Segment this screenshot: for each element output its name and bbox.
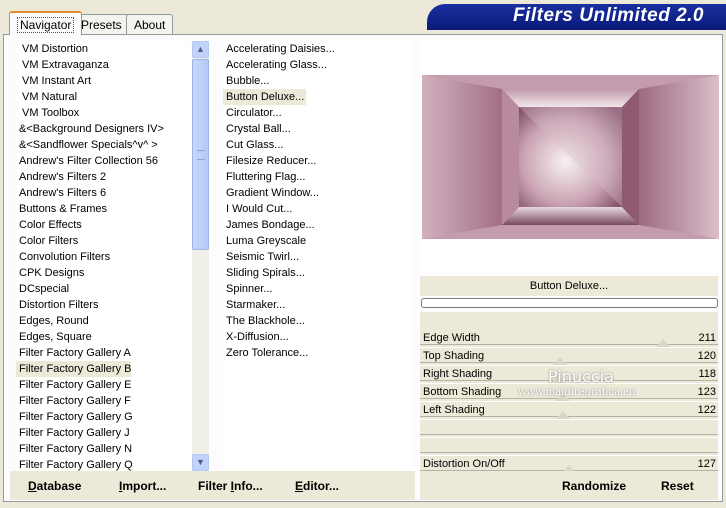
filter-item[interactable]: Cut Glass...	[223, 137, 413, 153]
param-value: 127	[697, 458, 716, 470]
category-item[interactable]: Color Filters	[16, 233, 191, 249]
category-item[interactable]: Filter Factory Gallery E	[16, 377, 191, 393]
filter-item[interactable]: Accelerating Daisies...	[223, 41, 413, 57]
title-banner: Filters Unlimited 2.0	[427, 4, 726, 30]
category-item[interactable]: VM Instant Art	[16, 73, 191, 89]
database-button[interactable]: Database	[28, 479, 81, 493]
category-item[interactable]: Color Effects	[16, 217, 191, 233]
filter-item[interactable]: Fluttering Flag...	[223, 169, 413, 185]
preview-filter-name: Button Deluxe...	[420, 276, 718, 296]
filter-info-button[interactable]: Filter Info...	[198, 479, 263, 493]
slider-thumb[interactable]	[655, 339, 670, 347]
category-item[interactable]: &<Background Designers IV>	[16, 121, 191, 137]
category-item[interactable]: Andrew's Filters 6	[16, 185, 191, 201]
param-slider-empty[interactable]	[420, 438, 718, 456]
param-label: Distortion On/Off	[423, 458, 505, 470]
category-item[interactable]: VM Extravaganza	[16, 57, 191, 73]
param-value: 120	[697, 350, 716, 362]
filter-item[interactable]: Sliding Spirals...	[223, 265, 413, 281]
param-value: 118	[698, 368, 716, 380]
tab-navigator[interactable]: Navigator	[9, 11, 83, 35]
param-slider-empty[interactable]	[420, 420, 718, 438]
category-item[interactable]: Filter Factory Gallery F	[16, 393, 191, 409]
param-slider[interactable]: Edge Width 211	[420, 330, 718, 348]
category-item[interactable]: Filter Factory Gallery N	[16, 441, 191, 457]
watermark-name: Pinuccia	[548, 367, 614, 386]
category-list[interactable]: VM Distortion VM Extravaganza VM Instant A…	[16, 41, 191, 472]
category-item[interactable]: Buttons & Frames	[16, 201, 191, 217]
filter-list[interactable]: Accelerating Daisies... Accelerating Glas…	[223, 41, 413, 472]
editor-button[interactable]: Editor...	[295, 479, 339, 493]
category-item[interactable]: Filter Factory Gallery Q	[16, 457, 191, 472]
category-item[interactable]: Edges, Round	[16, 313, 191, 329]
param-label: Top Shading	[423, 350, 485, 362]
filter-item[interactable]: Circulator...	[223, 105, 413, 121]
category-item[interactable]: Convolution Filters	[16, 249, 191, 265]
category-item[interactable]: VM Natural	[16, 89, 191, 105]
category-item[interactable]: &<Sandflower Specials^v^ >	[16, 137, 191, 153]
category-item[interactable]: DCspecial	[16, 281, 191, 297]
category-item[interactable]: CPK Designs	[16, 265, 191, 281]
slider-thumb[interactable]	[556, 411, 571, 419]
filter-item[interactable]: Starmaker...	[223, 297, 413, 313]
category-item[interactable]: Filter Factory Gallery G	[16, 409, 191, 425]
param-value: 211	[698, 332, 716, 344]
category-scrollbar[interactable]: ▲ ▼	[192, 41, 209, 471]
param-slider[interactable]: Top Shading 120	[420, 348, 718, 366]
import-button[interactable]: Import...	[119, 479, 166, 493]
category-item[interactable]: Andrew's Filter Collection 56	[16, 153, 191, 169]
param-label: Right Shading	[423, 368, 493, 380]
filter-item[interactable]: The Blackhole...	[223, 313, 413, 329]
filter-item[interactable]: Bubble...	[223, 73, 413, 89]
param-value: 123	[697, 386, 716, 398]
filter-item[interactable]: X-Diffusion...	[223, 329, 413, 345]
filter-item[interactable]: Crystal Ball...	[223, 121, 413, 137]
filter-item[interactable]: Zero Tolerance...	[223, 345, 413, 361]
preview-image	[422, 75, 719, 239]
category-item[interactable]: Filter Factory Gallery A	[16, 345, 191, 361]
param-label: Left Shading	[423, 404, 485, 416]
param-label: Edge Width	[423, 332, 480, 344]
filter-item[interactable]: I Would Cut...	[223, 201, 413, 217]
tab-about[interactable]: About	[126, 14, 174, 34]
filter-item[interactable]: Spinner...	[223, 281, 413, 297]
app-title: Filters Unlimited 2.0	[512, 5, 704, 26]
filter-item[interactable]: Seismic Twirl...	[223, 249, 413, 265]
scroll-up-icon[interactable]: ▲	[192, 41, 209, 58]
scrollbar-thumb[interactable]	[192, 59, 209, 250]
filter-item[interactable]: Accelerating Glass...	[223, 57, 413, 73]
category-item[interactable]: Filter Factory Gallery B	[16, 361, 131, 377]
scroll-down-icon[interactable]: ▼	[192, 454, 209, 471]
category-item[interactable]: Distortion Filters	[16, 297, 191, 313]
category-item[interactable]: Edges, Square	[16, 329, 191, 345]
filter-item[interactable]: Luma Greyscale	[223, 233, 413, 249]
param-slider[interactable]: Left Shading 122	[420, 402, 718, 420]
filter-item[interactable]: Button Deluxe...	[223, 89, 306, 105]
randomize-button[interactable]: Randomize	[562, 479, 626, 493]
param-label: Bottom Shading	[423, 386, 502, 398]
param-value: 122	[697, 404, 716, 416]
category-item[interactable]: VM Distortion	[16, 41, 191, 57]
filter-item[interactable]: James Bondage...	[223, 217, 413, 233]
category-item[interactable]: VM Toolbox	[16, 105, 191, 121]
slider-thumb[interactable]	[553, 357, 568, 365]
reset-button[interactable]: Reset	[661, 479, 694, 493]
filter-item[interactable]: Gradient Window...	[223, 185, 413, 201]
category-item[interactable]: Andrew's Filters 2	[16, 169, 191, 185]
progress-bar	[421, 298, 718, 308]
watermark-url: www.maidiregrafica.eu	[518, 387, 636, 398]
category-item[interactable]: Filter Factory Gallery J	[16, 425, 191, 441]
filter-item[interactable]: Filesize Reducer...	[223, 153, 413, 169]
